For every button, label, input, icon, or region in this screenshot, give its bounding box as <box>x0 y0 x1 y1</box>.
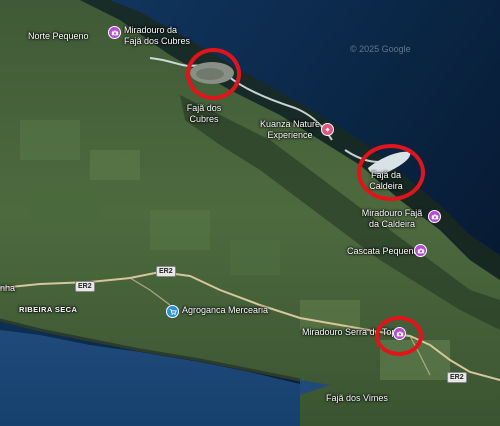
label-faja-cubres-line2: Cubres <box>189 114 219 124</box>
poi-miradouro-serra-do-topo[interactable] <box>393 327 406 340</box>
map-view[interactable]: © 2025 Google Norte Pequeno Miradouro da… <box>0 0 500 426</box>
poi-miradouro-faja-dos-cubres[interactable] <box>108 26 121 39</box>
activity-icon: ◆ <box>325 126 330 133</box>
label-miradouro-cubres-line1: Miradouro da <box>124 25 178 35</box>
label-miradouro-faja-dos-cubres[interactable]: Miradouro da Fajã dos Cubres <box>124 25 190 47</box>
camera-viewpoint-icon <box>111 30 118 35</box>
road-shield-er2-east: ER2 <box>447 372 467 383</box>
road-shield-er2-center: ER2 <box>156 266 176 277</box>
map-watermark: © 2025 Google <box>350 44 411 54</box>
label-kuanza-line2: Experience <box>267 130 313 140</box>
label-faja-cubres-line1: Fajã dos <box>186 103 222 113</box>
poi-cascata-pequena[interactable] <box>414 244 427 257</box>
camera-viewpoint-icon <box>431 214 438 219</box>
label-miradouro-cubres-line2: Fajã dos Cubres <box>124 36 191 46</box>
label-faja-caldeira-line1: Fajã da <box>370 170 402 180</box>
label-miradouro-faja-da-caldeira[interactable]: Miradouro Fajã da Caldeira <box>356 208 428 230</box>
label-faja-dos-vimes[interactable]: Fajã dos Vimes <box>326 393 388 404</box>
label-faja-da-caldeira[interactable]: Fajã da Caldeira <box>366 170 406 192</box>
label-kuanza-line1: Kuanza Nature <box>259 119 321 129</box>
label-faja-dos-cubres[interactable]: Fajã dos Cubres <box>182 103 226 125</box>
label-nha[interactable]: nha <box>0 283 15 294</box>
highlight-ring-faja-dos-cubres <box>186 48 241 100</box>
camera-viewpoint-icon <box>417 248 424 253</box>
poi-miradouro-faja-da-caldeira[interactable] <box>428 210 441 223</box>
label-kuanza-nature-experience[interactable]: Kuanza Nature Experience <box>258 119 322 141</box>
label-agroganca-mercearia[interactable]: Agroganca Mercearia <box>182 305 268 316</box>
label-miradouro-caldeira-line2: da Caldeira <box>368 219 416 229</box>
poi-agroganca-mercearia[interactable] <box>166 305 179 318</box>
shopping-cart-icon <box>169 308 177 315</box>
camera-viewpoint-icon <box>396 331 403 336</box>
label-norte-pequeno[interactable]: Norte Pequeno <box>28 31 89 42</box>
label-faja-caldeira-line2: Caldeira <box>369 181 403 191</box>
label-ribeira-seca[interactable]: RIBEIRA SECA <box>19 304 77 315</box>
label-miradouro-caldeira-line1: Miradouro Fajã <box>361 208 423 218</box>
poi-kuanza-nature-experience[interactable]: ◆ <box>321 123 334 136</box>
road-shield-er2-west: ER2 <box>75 281 95 292</box>
label-cascata-pequena[interactable]: Cascata Pequena <box>347 246 419 257</box>
